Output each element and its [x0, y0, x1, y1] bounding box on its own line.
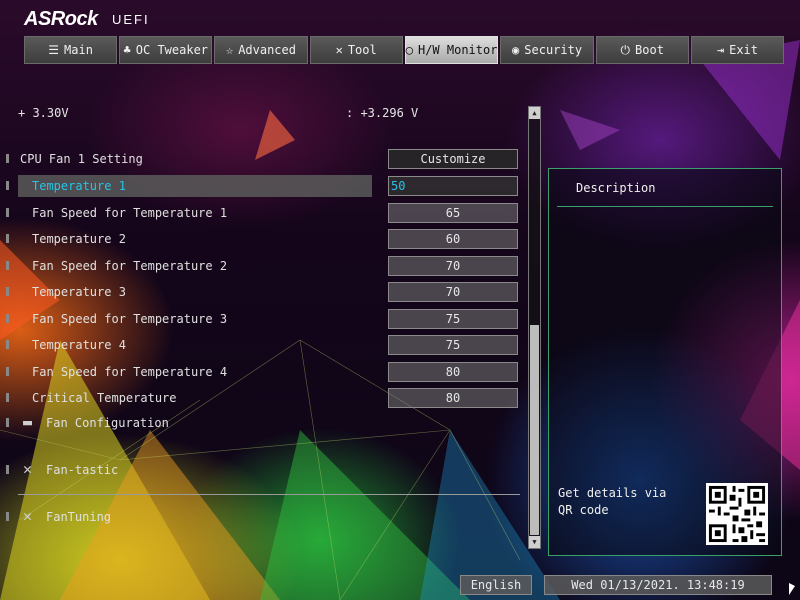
setting-label: Fan Speed for Temperature 2 [32, 259, 228, 273]
main-tab-bar: ☰ Main ♣ OC Tweaker ☆ Advanced ✕ Tool ◯ H/W M… [24, 36, 785, 64]
qr-caption: Get details via QR code [558, 486, 667, 517]
row-marker [6, 367, 9, 376]
row-marker [6, 314, 9, 323]
tab-label: Boot [635, 43, 664, 57]
list-icon: ☰ [48, 43, 60, 57]
tab-label: Tool [347, 43, 377, 57]
setting-value-input[interactable]: 50 [388, 176, 518, 196]
voltage-value: : +3.296 V [346, 106, 419, 120]
setting-label: Temperature 3 [32, 285, 126, 299]
setting-dropdown[interactable]: Customize [388, 149, 518, 169]
submenu-fan-configuration[interactable]: ▬ Fan Configuration [0, 411, 525, 435]
setting-value[interactable]: 70 [388, 282, 518, 302]
submenu-label: FanTuning [46, 510, 112, 524]
setting-value[interactable]: 80 [388, 388, 518, 408]
datetime-display: Wed 01/13/2021. 13:48:19 [544, 575, 772, 595]
setting-value[interactable]: 75 [388, 335, 518, 355]
setting-label: Fan Speed for Temperature 3 [32, 312, 228, 326]
rocket-icon: ♣ [123, 43, 131, 57]
qr-code-icon [706, 483, 768, 545]
row-marker [6, 208, 9, 217]
submenu-fantuning[interactable]: ✕ FanTuning [0, 505, 525, 529]
list-scrollbar[interactable]: ▲ ▼ [528, 106, 541, 549]
tools-icon: ✕ [23, 507, 33, 525]
description-panel: Description Get details via QR code [548, 168, 782, 556]
setting-value[interactable]: 70 [388, 256, 518, 276]
setting-row-fan-speed-temp-4[interactable]: Fan Speed for Temperature 4 80 [0, 361, 525, 383]
tab-label: OC Tweaker [135, 43, 209, 57]
setting-row-fan-speed-temp-2[interactable]: Fan Speed for Temperature 2 70 [0, 255, 525, 277]
row-marker [6, 181, 9, 190]
scroll-down-arrow-icon[interactable]: ▼ [529, 536, 540, 548]
row-marker [6, 465, 9, 474]
tab-label: Exit [729, 43, 758, 57]
star-icon: ☆ [225, 43, 234, 57]
row-marker [6, 512, 9, 521]
setting-row-temperature-1[interactable]: Temperature 1 50 [0, 175, 525, 197]
setting-label: Temperature 1 [32, 179, 126, 193]
tab-label: H/W Monitor [417, 43, 498, 57]
exit-icon: ⇥ [716, 43, 725, 57]
scroll-up-arrow-icon[interactable]: ▲ [529, 107, 540, 119]
setting-label: CPU Fan 1 Setting [20, 152, 143, 166]
scroll-thumb[interactable] [530, 325, 539, 535]
description-divider [557, 206, 773, 207]
setting-row-temperature-2[interactable]: Temperature 2 60 [0, 228, 525, 250]
tools-icon: ✕ [335, 43, 343, 57]
setting-value[interactable]: 75 [388, 309, 518, 329]
tab-main[interactable]: ☰ Main [24, 36, 118, 64]
power-icon: ⏻ [620, 42, 631, 57]
tab-label: Security [524, 43, 583, 57]
row-marker [6, 154, 9, 163]
setting-row-temperature-3[interactable]: Temperature 3 70 [0, 281, 525, 303]
section-divider [18, 494, 520, 495]
tab-hw-monitor[interactable]: ◯ H/W Monitor [404, 36, 499, 64]
language-selector[interactable]: English [460, 575, 532, 595]
setting-label: Critical Temperature [32, 391, 177, 405]
description-title: Description [576, 181, 656, 195]
setting-label: Fan Speed for Temperature 4 [32, 365, 228, 379]
row-marker [6, 287, 9, 296]
setting-row-critical-temperature[interactable]: Critical Temperature 80 [0, 387, 525, 409]
setting-label: Temperature 2 [32, 232, 126, 246]
tab-label: Advanced [238, 43, 296, 57]
tab-boot[interactable]: ⏻ Boot [595, 36, 689, 64]
row-marker [6, 393, 9, 402]
setting-label: Fan Speed for Temperature 1 [32, 206, 228, 220]
setting-value[interactable]: 60 [388, 229, 518, 249]
tab-advanced[interactable]: ☆ Advanced [214, 36, 308, 64]
uefi-tag: UEFI [112, 12, 150, 27]
tab-label: Main [64, 43, 93, 57]
asrock-logo: ASRock [24, 8, 98, 30]
setting-row-fan-speed-temp-3[interactable]: Fan Speed for Temperature 3 75 [0, 308, 525, 330]
submenu-fan-tastic[interactable]: ✕ Fan-tastic [0, 458, 525, 482]
tab-oc-tweaker[interactable]: ♣ OC Tweaker [119, 36, 213, 64]
tab-security[interactable]: ◉ Security [500, 36, 594, 64]
mouse-cursor-icon [789, 583, 795, 595]
submenu-label: Fan Configuration [46, 416, 169, 430]
voltage-label: + 3.30V [18, 106, 69, 120]
setting-row-temperature-4[interactable]: Temperature 4 75 [0, 334, 525, 356]
row-marker [6, 340, 9, 349]
row-marker [6, 418, 9, 427]
folder-icon: ▬ [23, 413, 33, 431]
row-marker [6, 261, 9, 270]
tab-exit[interactable]: ⇥ Exit [690, 36, 785, 64]
submenu-label: Fan-tastic [46, 463, 119, 477]
tab-tool[interactable]: ✕ Tool [309, 36, 403, 64]
setting-label: Temperature 4 [32, 338, 126, 352]
tools-icon: ✕ [23, 460, 33, 478]
monitor-icon: ◯ [405, 43, 413, 57]
shield-icon: ◉ [512, 43, 520, 57]
setting-row-cpu-fan-1[interactable]: CPU Fan 1 Setting Customize [0, 148, 525, 170]
setting-value[interactable]: 80 [388, 362, 518, 382]
row-marker [6, 234, 9, 243]
setting-row-fan-speed-temp-1[interactable]: Fan Speed for Temperature 1 65 [0, 202, 525, 224]
setting-value[interactable]: 65 [388, 203, 518, 223]
